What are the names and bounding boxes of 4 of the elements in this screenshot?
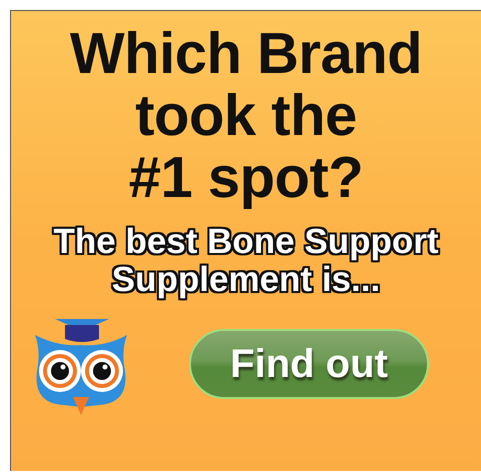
find-out-button[interactable]: Find out bbox=[189, 329, 429, 399]
ad-subtitle: The best Bone Support Supplement is... bbox=[54, 223, 438, 299]
ad-headline: Which Brand took the #1 spot? bbox=[70, 23, 422, 209]
ad-banner[interactable]: Which Brand took the #1 spot? The best Bone Support Supplement is... Find out bbox=[10, 10, 481, 471]
